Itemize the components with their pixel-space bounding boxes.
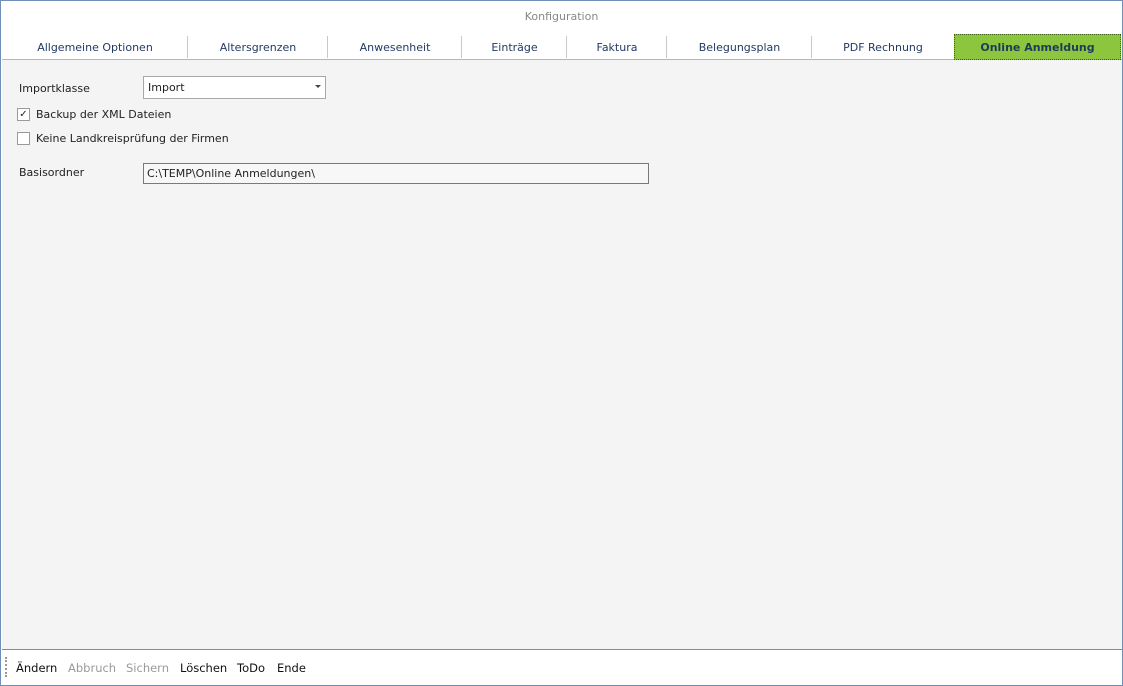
basisordner-field[interactable]: C:\TEMP\Online Anmeldungen\ (143, 163, 649, 184)
aendern-button[interactable]: Ändern (16, 661, 57, 675)
backup-xml-option[interactable]: ✓ Backup der XML Dateien (17, 108, 171, 121)
landkreis-option[interactable]: Keine Landkreisprüfung der Firmen (17, 132, 229, 145)
importklasse-label: Importklasse (19, 82, 90, 95)
tab-content-online-anmeldung: Importklasse Import ✓ Backup der XML Dat… (2, 60, 1122, 650)
chevron-down-icon (315, 85, 321, 88)
tab-belegungsplan[interactable]: Belegungsplan (667, 34, 812, 60)
sichern-button[interactable]: Sichern (126, 661, 169, 675)
basisordner-label: Basisordner (19, 166, 85, 179)
importklasse-select[interactable]: Import (143, 76, 326, 99)
todo-button[interactable]: ToDo (237, 661, 265, 675)
footer-toolbar: Ändern Abbruch Sichern Löschen ToDo Ende (2, 651, 1122, 685)
landkreis-checkbox[interactable] (17, 132, 30, 145)
tab-altersgrenzen[interactable]: Altersgrenzen (188, 34, 328, 60)
toolbar-grip[interactable] (5, 657, 7, 677)
tab-eintraege[interactable]: Einträge (462, 34, 567, 60)
ende-button[interactable]: Ende (277, 661, 306, 675)
backup-xml-label: Backup der XML Dateien (36, 108, 172, 121)
tab-online-anmeldung[interactable]: Online Anmeldung (954, 34, 1121, 60)
window-title: Konfiguration (524, 10, 599, 23)
loeschen-button[interactable]: Löschen (180, 661, 227, 675)
abbruch-button[interactable]: Abbruch (68, 661, 116, 675)
tab-allgemeine-optionen[interactable]: Allgemeine Optionen (2, 34, 188, 60)
importklasse-selected-value: Import (148, 81, 185, 94)
tab-faktura[interactable]: Faktura (567, 34, 667, 60)
tab-bar: Allgemeine Optionen Altersgrenzen Anwese… (2, 32, 1122, 60)
backup-xml-checkbox[interactable]: ✓ (17, 108, 30, 121)
configuration-window: Konfiguration Allgemeine Optionen Alters… (0, 0, 1123, 686)
tab-anwesenheit[interactable]: Anwesenheit (328, 34, 462, 60)
landkreis-label: Keine Landkreisprüfung der Firmen (36, 132, 229, 145)
tab-pdf-rechnung[interactable]: PDF Rechnung (812, 34, 954, 60)
